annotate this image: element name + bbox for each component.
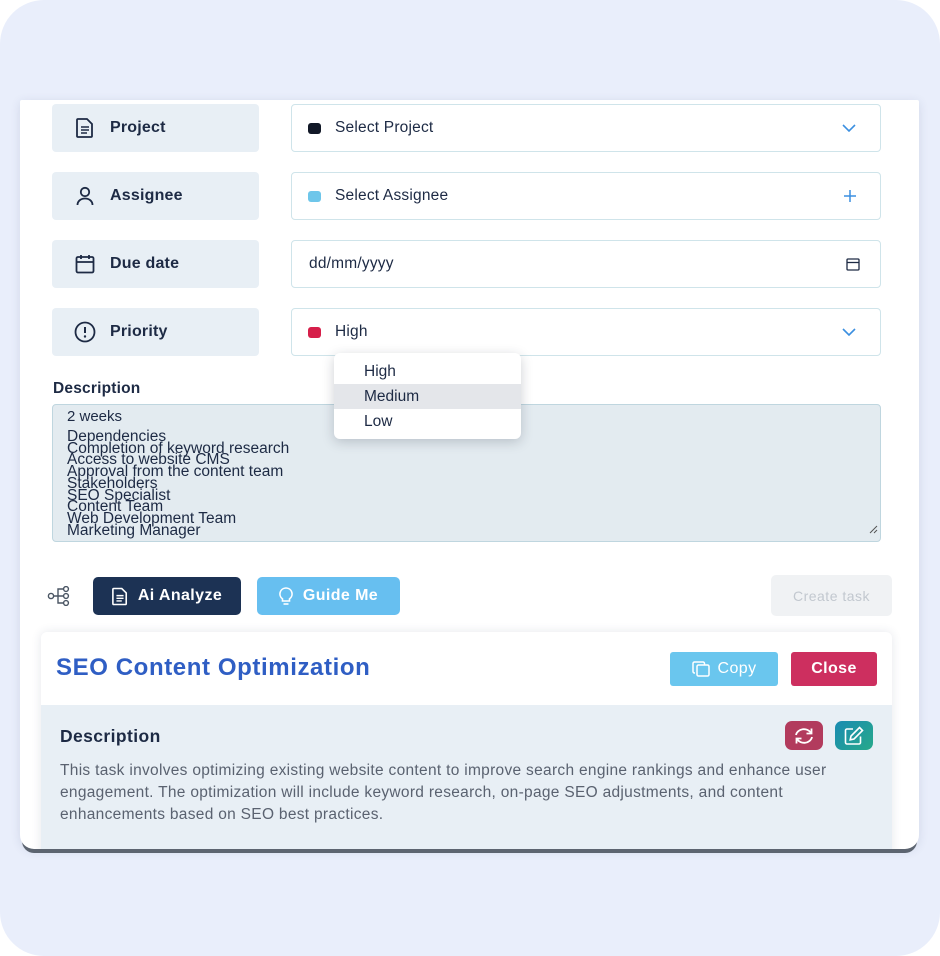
due-date-label-box: Due date: [52, 240, 259, 288]
result-description-text: This task involves optimizing existing w…: [60, 762, 827, 823]
assignee-select[interactable]: Select Assignee: [291, 172, 881, 220]
project-select[interactable]: Select Project: [291, 104, 881, 152]
ai-analyze-label: Ai Analyze: [137, 587, 223, 604]
regenerate-button[interactable]: [785, 721, 823, 750]
guide-me-label: Guide Me: [302, 587, 379, 604]
edit-button[interactable]: [835, 721, 873, 750]
project-label: Project: [110, 119, 166, 136]
guide-me-button[interactable]: Guide Me: [257, 577, 400, 615]
chevron-down-icon[interactable]: [842, 328, 856, 336]
priority-dropdown-menu: High Medium Low: [334, 353, 521, 439]
copy-button[interactable]: Copy: [670, 652, 778, 686]
chevron-down-icon[interactable]: [842, 124, 856, 132]
refresh-icon: [793, 727, 815, 745]
result-title: SEO Content Optimization: [56, 654, 371, 681]
assignee-label-box: Assignee: [52, 172, 259, 220]
lightbulb-icon: [279, 586, 293, 606]
document-icon: [74, 117, 96, 139]
user-icon: [74, 185, 96, 207]
result-description-label: Description: [60, 726, 161, 746]
description-label: Description: [53, 380, 141, 397]
copy-label: Copy: [717, 660, 757, 677]
priority-option-low[interactable]: Low: [334, 409, 521, 434]
workflow-tree-icon[interactable]: [47, 585, 71, 611]
priority-option-high[interactable]: High: [334, 359, 521, 384]
due-date-placeholder: dd/mm/yyyy: [309, 255, 394, 272]
priority-label-box: Priority: [52, 308, 259, 356]
assignee-select-value: Select Assignee: [335, 187, 449, 204]
create-task-button[interactable]: Create task: [771, 575, 892, 616]
due-date-row: Due date dd/mm/yyyy: [52, 240, 881, 288]
calendar-picker-icon[interactable]: [846, 257, 860, 271]
ai-analyze-button[interactable]: Ai Analyze: [93, 577, 241, 615]
description-line: Approval from the content team: [67, 463, 284, 481]
copy-icon: [691, 661, 710, 677]
assignee-label: Assignee: [110, 187, 183, 204]
project-select-value: Select Project: [335, 119, 434, 136]
result-description-section: Description This task involves optimizin…: [41, 705, 892, 849]
due-date-label: Due date: [110, 255, 180, 272]
priority-select[interactable]: High: [291, 308, 881, 356]
project-label-box: Project: [52, 104, 259, 152]
plus-icon[interactable]: [844, 190, 856, 202]
priority-color-dot: [308, 326, 321, 338]
assignee-row: Assignee Select Assignee: [52, 172, 881, 220]
resize-handle-icon[interactable]: [868, 521, 878, 539]
project-color-dot: [308, 122, 321, 134]
document-icon: [111, 587, 128, 606]
due-date-input[interactable]: dd/mm/yyyy: [291, 240, 881, 288]
priority-label: Priority: [110, 323, 168, 340]
priority-row: Priority High: [52, 308, 881, 356]
calendar-icon: [74, 253, 96, 275]
close-button[interactable]: Close: [791, 652, 877, 686]
alert-circle-icon: [74, 321, 96, 343]
priority-option-medium[interactable]: Medium: [334, 384, 521, 409]
task-form-card: Project Select Project Assignee Select A…: [20, 100, 919, 849]
description-line: SEO Specialist: [67, 486, 171, 504]
priority-select-value: High: [335, 323, 368, 340]
project-row: Project Select Project: [52, 104, 881, 152]
result-panel: SEO Content Optimization Copy Close Desc…: [41, 632, 892, 849]
assignee-color-dot: [308, 190, 321, 202]
description-line: Marketing Manager: [67, 521, 201, 539]
edit-icon: [844, 726, 864, 745]
